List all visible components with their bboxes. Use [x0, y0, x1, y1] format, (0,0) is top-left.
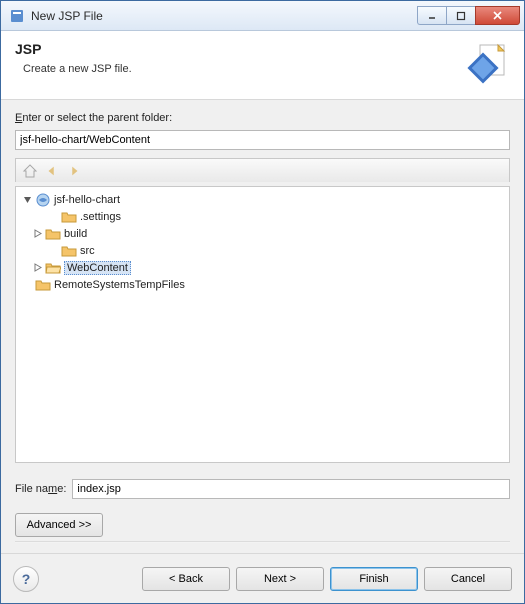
tree-row-build[interactable]: build: [18, 225, 507, 242]
titlebar[interactable]: New JSP File: [1, 1, 524, 31]
window-title: New JSP File: [31, 9, 417, 23]
close-button[interactable]: [475, 6, 520, 25]
parent-folder-input[interactable]: [15, 130, 510, 150]
folder-open-icon: [45, 260, 61, 276]
tree-toolbar: [15, 158, 510, 182]
filename-row: File name:: [15, 479, 510, 499]
folder-icon: [45, 226, 61, 242]
project-icon: [35, 192, 51, 208]
wizard-subtitle: Create a new JSP file.: [15, 63, 454, 75]
expander-icon[interactable]: [32, 228, 43, 239]
filename-label: File name:: [15, 483, 66, 495]
wizard-header: JSP Create a new JSP file.: [1, 31, 524, 100]
home-icon[interactable]: [22, 163, 38, 179]
tree-label: RemoteSystemsTempFiles: [54, 279, 185, 291]
folder-icon: [61, 243, 77, 259]
expander-icon[interactable]: [32, 262, 43, 273]
expander-icon[interactable]: [22, 194, 33, 205]
advanced-button[interactable]: AAdvanced >>dvanced >>: [15, 513, 103, 537]
tree-label: jsf-hello-chart: [54, 194, 120, 206]
wizard-body: Enter or select the parent folder: jsf-h…: [1, 100, 524, 553]
back-button[interactable]: < Back: [142, 567, 230, 591]
tree-row-settings[interactable]: .settings: [18, 208, 507, 225]
tree-label: src: [80, 245, 95, 257]
wizard-footer: ? < Back Next > Finish Cancel: [1, 553, 524, 603]
wizard-banner-icon: [466, 41, 510, 85]
tree-label: .settings: [80, 211, 121, 223]
finish-button[interactable]: Finish: [330, 567, 418, 591]
window-controls: [417, 6, 520, 25]
app-icon: [9, 8, 25, 24]
folder-tree[interactable]: jsf-hello-chart .settings build src WebC: [15, 186, 510, 463]
tree-label-selected: WebContent: [64, 261, 131, 275]
tree-row-remote[interactable]: RemoteSystemsTempFiles: [18, 276, 507, 293]
folder-icon: [61, 209, 77, 225]
wizard-window: New JSP File JSP Create a new JSP file. …: [0, 0, 525, 604]
tree-row-src[interactable]: src: [18, 242, 507, 259]
cancel-button[interactable]: Cancel: [424, 567, 512, 591]
help-button[interactable]: ?: [13, 566, 39, 592]
next-button[interactable]: Next >: [236, 567, 324, 591]
folder-icon: [35, 277, 51, 293]
filename-input[interactable]: [72, 479, 510, 499]
parent-folder-label: Enter or select the parent folder:: [15, 112, 510, 124]
tree-label: build: [64, 228, 87, 240]
forward-arrow-icon[interactable]: [66, 163, 82, 179]
separator: [15, 541, 510, 543]
tree-row-webcontent[interactable]: WebContent: [18, 259, 507, 276]
minimize-button[interactable]: [417, 6, 446, 25]
tree-row-project[interactable]: jsf-hello-chart: [18, 191, 507, 208]
maximize-button[interactable]: [446, 6, 475, 25]
wizard-title: JSP: [15, 41, 454, 57]
back-arrow-icon[interactable]: [44, 163, 60, 179]
